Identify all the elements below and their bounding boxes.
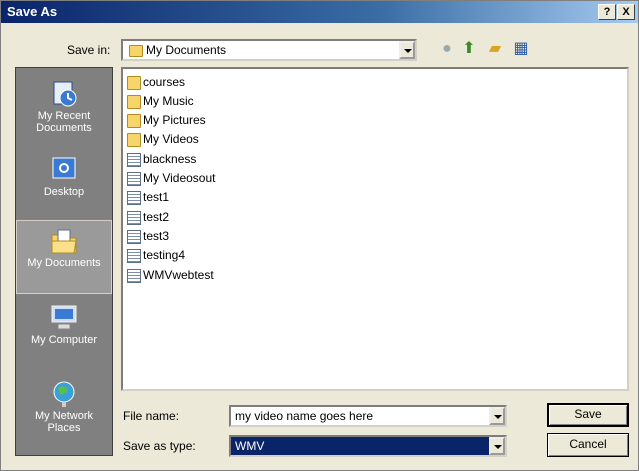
chevron-down-icon[interactable] (489, 437, 505, 455)
place-label: Places (47, 422, 81, 434)
file-name: testing4 (143, 248, 186, 262)
save-in-label: Save in: (67, 43, 111, 57)
list-item-file[interactable]: My Videosout (127, 171, 216, 190)
list-item-file[interactable]: testing4 (127, 248, 185, 267)
place-my-recent-documents[interactable]: My Recent Documents (16, 74, 112, 148)
back-icon[interactable]: ● (437, 39, 457, 59)
place-label: My Documents (27, 257, 101, 269)
cancel-button[interactable]: Cancel (547, 433, 629, 457)
dialog-title: Save As (7, 4, 58, 19)
list-item-folder[interactable]: My Pictures (127, 113, 206, 132)
chevron-down-icon[interactable] (399, 41, 415, 59)
file-icon (127, 152, 141, 167)
file-name-input[interactable]: my video name goes here (229, 405, 507, 427)
list-item-file[interactable]: test1 (127, 190, 169, 209)
save-as-type-label: Save as type: (123, 439, 196, 453)
save-as-type-dropdown[interactable]: WMV (229, 435, 507, 457)
place-label: Documents (36, 122, 92, 134)
file-name: My Videos (143, 132, 199, 146)
folder-icon (127, 75, 141, 90)
save-as-dialog: Save As ? X Save in: My Documents ● ⬆ ▰ … (0, 0, 639, 471)
file-name: My Music (143, 94, 194, 108)
file-name: test3 (143, 229, 170, 243)
network-globe-icon (53, 381, 75, 407)
folder-icon (129, 44, 143, 57)
file-name: test2 (143, 210, 170, 224)
list-item-file[interactable]: blackness (127, 152, 196, 171)
list-item-file[interactable]: test2 (127, 210, 169, 229)
list-item-folder[interactable]: My Videos (127, 132, 199, 151)
recent-documents-icon (53, 81, 77, 107)
file-name: blackness (143, 152, 197, 166)
up-folder-icon[interactable]: ⬆ (459, 39, 479, 59)
file-name-value: my video name goes here (235, 409, 374, 423)
file-name: test1 (143, 190, 170, 204)
save-as-type-value: WMV (235, 439, 265, 453)
file-icon (127, 268, 141, 283)
file-icon (127, 229, 141, 244)
place-my-computer[interactable]: My Computer (16, 298, 112, 372)
title-bar: Save As ? X (1, 1, 638, 23)
place-label: My Network (34, 410, 94, 422)
music-folder-icon (127, 94, 141, 109)
save-in-value: My Documents (129, 43, 226, 57)
help-button[interactable]: ? (598, 4, 616, 20)
my-documents-icon (51, 229, 77, 254)
save-in-text: My Documents (146, 43, 227, 57)
file-icon (127, 248, 141, 263)
place-label: My Recent (37, 110, 91, 122)
list-item-file[interactable]: WMVwebtest (127, 268, 214, 287)
desktop-icon (52, 157, 76, 179)
save-button[interactable]: Save (547, 403, 629, 427)
close-button[interactable]: X (617, 4, 635, 20)
file-name: My Videosout (143, 171, 216, 185)
pictures-folder-icon (127, 113, 141, 128)
file-name: My Pictures (143, 113, 206, 127)
place-my-documents[interactable]: My Documents (16, 220, 112, 294)
file-name: WMVwebtest (143, 268, 214, 282)
file-icon (127, 171, 141, 186)
videos-folder-icon (127, 132, 141, 147)
save-in-dropdown[interactable]: My Documents (121, 39, 417, 61)
list-item-folder[interactable]: courses (127, 75, 185, 94)
new-folder-icon[interactable]: ▰ (485, 39, 505, 59)
place-desktop[interactable]: Desktop (16, 150, 112, 212)
places-bar: My Recent Documents Desktop My Documents (15, 67, 113, 456)
file-list[interactable]: courses My Music My Pictures My Videos b… (121, 67, 629, 391)
place-my-network-places[interactable]: My Network Places (16, 374, 112, 452)
chevron-down-icon[interactable] (489, 407, 505, 425)
list-item-file[interactable]: test3 (127, 229, 169, 248)
file-name: courses (143, 75, 186, 89)
file-name-label: File name: (123, 409, 180, 423)
file-icon (127, 210, 141, 225)
views-menu-icon[interactable]: ▦ (511, 39, 531, 59)
place-label: My Computer (30, 334, 98, 346)
file-icon (127, 190, 141, 205)
place-label: Desktop (43, 186, 85, 198)
list-item-folder[interactable]: My Music (127, 94, 194, 113)
computer-icon (51, 305, 77, 330)
